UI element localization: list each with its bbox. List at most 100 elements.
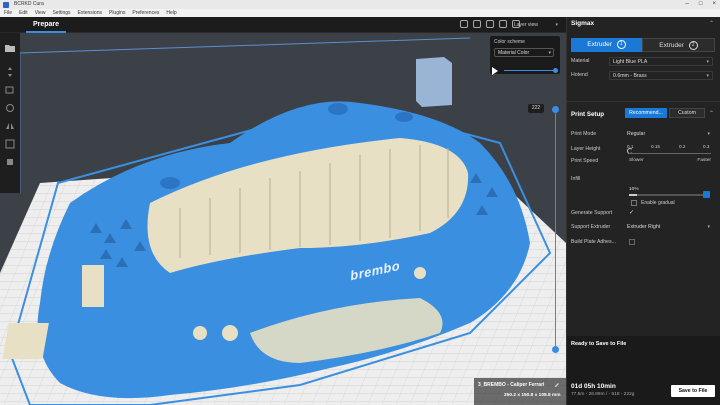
left-view-icon[interactable] xyxy=(499,20,507,28)
print-mode-select[interactable]: Regular ▾ xyxy=(627,130,713,139)
support-extruder-select[interactable]: Extruder Right ▾ xyxy=(627,223,713,232)
3d-viewport[interactable]: brembo xyxy=(0,33,566,405)
menu-help[interactable]: Help xyxy=(166,9,176,17)
menu-file[interactable]: File xyxy=(4,9,12,17)
print-mode-label: Print Mode xyxy=(571,131,597,137)
per-model-settings-icon[interactable] xyxy=(4,139,16,149)
generate-support-checkbox[interactable]: ✓ xyxy=(629,210,635,216)
material-select[interactable]: Light Blue PLA ▾ xyxy=(609,57,713,66)
pencil-icon[interactable] xyxy=(554,382,560,388)
scene-svg xyxy=(0,33,566,405)
print-mode-value: Regular xyxy=(627,131,646,137)
hotend-row: Hotend 0.6mm - Brass ▾ xyxy=(571,71,717,80)
menu-bar: File Edit View Settings Extensions Plugi… xyxy=(0,9,720,17)
menu-preferences[interactable]: Preferences xyxy=(132,9,159,17)
bolt-hole xyxy=(222,325,238,341)
menu-extensions[interactable]: Extensions xyxy=(78,9,102,17)
support-extruder-label: Support Extruder xyxy=(571,224,611,230)
chevron-down-icon: ▾ xyxy=(707,224,710,230)
material-usage: 77.5m - 26.89m / - 518 - 222g xyxy=(571,392,635,397)
chevron-down-icon: ▾ xyxy=(706,59,709,65)
adhesion-label: Build Plate Adhes... xyxy=(571,239,616,245)
tab-extruder-1[interactable]: Extruder 1 xyxy=(571,38,642,52)
chevron-down-icon: ▾ xyxy=(548,50,551,56)
gradual-infill-checkbox[interactable] xyxy=(631,200,637,206)
layer-slider-bottom-handle[interactable] xyxy=(552,346,559,353)
print-speed-row: Print Speed xyxy=(571,157,717,166)
tab-extruder-2[interactable]: Extruder 2 xyxy=(642,38,715,52)
maximize-icon[interactable]: □ xyxy=(699,0,703,9)
path-slider-handle[interactable] xyxy=(553,68,558,73)
play-icon[interactable] xyxy=(492,67,498,75)
menu-plugins[interactable]: Plugins xyxy=(109,9,125,17)
adhesion-checkbox[interactable] xyxy=(629,239,635,245)
app-icon xyxy=(3,1,9,8)
material-value: Light Blue PLA xyxy=(613,59,648,65)
printer-name[interactable]: Sigmax xyxy=(571,20,594,27)
tick-label: 0.2 xyxy=(679,144,686,149)
model-info: 3_BREMBO - Caliper Ferrari 250.2 x 150.8… xyxy=(474,378,566,405)
layer-height-ticks: 0.1 0.15 0.2 0.3 xyxy=(623,144,715,151)
infill-label: Infill xyxy=(571,176,581,182)
hotend-select[interactable]: 0.6mm - Brass ▾ xyxy=(609,71,713,80)
model-name: 3_BREMBO - Caliper Ferrari xyxy=(478,382,545,388)
gradual-infill-label: Enable gradual xyxy=(641,200,675,206)
scale-tool-icon[interactable] xyxy=(4,85,16,95)
minimize-icon[interactable]: – xyxy=(686,0,689,9)
divider xyxy=(567,101,720,102)
ready-status: Ready to Save to File xyxy=(571,341,627,347)
infill-percentage: 10% xyxy=(629,187,639,192)
move-tool-icon[interactable] xyxy=(4,67,16,77)
simulation-playbar xyxy=(490,66,560,76)
window-title: BCRKD Cura xyxy=(14,1,44,7)
bolt-hole xyxy=(328,103,348,115)
path-slider-track[interactable] xyxy=(504,70,556,71)
output-panel: Ready to Save to File 01d 05h 10min 77.5… xyxy=(566,336,720,405)
view-mode-select[interactable]: Layer view ▾ xyxy=(510,20,560,30)
menu-settings[interactable]: Settings xyxy=(52,9,70,17)
generate-support-row: Generate Support ✓ xyxy=(571,209,717,218)
bolt-hole xyxy=(395,112,413,122)
tab-prepare[interactable]: Prepare xyxy=(26,17,66,33)
infill-slider-handle[interactable] xyxy=(703,191,710,198)
print-mode-row: Print Mode Regular ▾ xyxy=(571,130,717,139)
bolt-hole xyxy=(414,267,426,279)
close-icon[interactable]: × xyxy=(712,0,716,9)
custom-mode-button[interactable]: Custom xyxy=(669,108,705,118)
bolt-hole xyxy=(160,177,180,189)
mirror-tool-icon[interactable] xyxy=(4,121,16,131)
menu-view[interactable]: View xyxy=(35,9,46,17)
top-view-icon[interactable] xyxy=(486,20,494,28)
infill-slider-fill xyxy=(629,194,637,196)
front-view-icon[interactable] xyxy=(473,20,481,28)
infill-slider[interactable] xyxy=(629,194,705,196)
layer-height-label: Layer Height xyxy=(571,146,601,152)
chevron-up-icon[interactable]: ⌃ xyxy=(709,110,714,117)
color-scheme-value: Material Color xyxy=(498,50,530,56)
save-to-file-button[interactable]: Save to File xyxy=(671,385,715,397)
chevron-up-icon[interactable]: ⌃ xyxy=(709,20,714,27)
layer-slider-top-handle[interactable] xyxy=(552,106,559,113)
hotend-value: 0.6mm - Brass xyxy=(613,73,647,79)
recommended-mode-button[interactable]: Recommend... xyxy=(625,108,667,118)
current-layer-field[interactable]: 222 xyxy=(528,104,544,113)
support-blocker-icon[interactable] xyxy=(4,157,16,167)
support-extruder-value: Extruder Right xyxy=(627,224,661,230)
print-speed-label: Print Speed xyxy=(571,158,599,164)
color-scheme-select[interactable]: Material Color ▾ xyxy=(494,48,554,57)
menu-edit[interactable]: Edit xyxy=(19,9,28,17)
3d-view-icon[interactable] xyxy=(460,20,468,28)
caliper-window xyxy=(2,323,49,359)
tick-label: 0.3 xyxy=(703,144,710,149)
layer-slider-track[interactable] xyxy=(555,110,556,350)
infill-row: Infill xyxy=(571,175,717,184)
adhesion-row: Build Plate Adhes... xyxy=(571,238,717,247)
extruder-1-number: 1 xyxy=(616,39,626,49)
speed-slower-label: Slower xyxy=(629,158,644,163)
extruder-tabs: Extruder 1 Extruder 2 xyxy=(571,38,715,52)
model-dimensions: 250.2 x 150.8 x 108.8 mm xyxy=(504,393,561,398)
bolt-hole xyxy=(193,326,207,340)
open-file-icon[interactable] xyxy=(4,43,16,53)
rotate-tool-icon[interactable] xyxy=(4,103,16,113)
layer-height-slider[interactable] xyxy=(629,153,711,154)
